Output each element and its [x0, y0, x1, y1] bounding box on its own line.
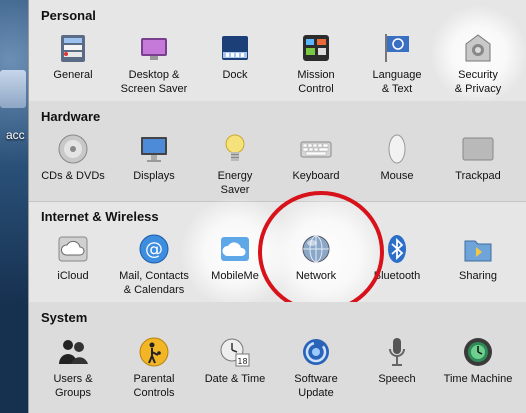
- mouse-icon: [381, 133, 413, 165]
- pref-sharing[interactable]: Sharing: [436, 233, 520, 283]
- section-personal: Personal General Desktop & Screen Saver …: [29, 0, 526, 102]
- pref-label: Users & Groups: [53, 373, 93, 399]
- pref-mail-contacts-calendars[interactable]: @ Mail, Contacts & Calendars: [112, 233, 196, 297]
- pref-dock[interactable]: Dock: [193, 32, 277, 82]
- pref-label: Language & Text: [372, 69, 422, 95]
- pref-label: Desktop & Screen Saver: [120, 69, 188, 95]
- pref-users-groups[interactable]: Users & Groups: [31, 336, 115, 400]
- pref-label: Displays: [133, 170, 175, 182]
- language-text-icon: [381, 32, 413, 64]
- cd-dvd-icon: [57, 133, 89, 165]
- pref-software-update[interactable]: Software Update: [274, 336, 358, 400]
- pref-label: Mail, Contacts & Calendars: [119, 270, 189, 296]
- pref-label: CDs & DVDs: [41, 170, 105, 182]
- pref-desktop-screen-saver[interactable]: Desktop & Screen Saver: [112, 32, 196, 96]
- pref-label: iCloud: [57, 270, 89, 282]
- date-time-icon-day: 18: [237, 357, 247, 366]
- bluetooth-icon: [381, 233, 413, 265]
- trackpad-icon: [462, 133, 494, 165]
- pref-speech[interactable]: Speech: [355, 336, 439, 386]
- pref-label: Sharing: [459, 270, 497, 282]
- network-icon: [300, 233, 332, 265]
- pref-label: Speech: [378, 373, 416, 385]
- pref-label: MobileMe: [211, 270, 259, 282]
- pref-security-privacy[interactable]: Security & Privacy: [436, 32, 520, 96]
- pref-label: Mission Control: [297, 69, 335, 95]
- mobileme-icon: [219, 233, 251, 265]
- pref-label: Network: [295, 270, 337, 282]
- pref-label: General: [53, 69, 93, 81]
- pref-label: Time Machine: [443, 373, 513, 385]
- svg-text:@: @: [145, 239, 163, 260]
- section-hardware: Hardware CDs & DVDs Displays Energy Save…: [29, 101, 526, 202]
- pref-label: Parental Controls: [133, 373, 175, 399]
- pref-label: Keyboard: [292, 170, 340, 182]
- desktop-screensaver-icon: [138, 32, 170, 64]
- pref-language-text[interactable]: Language & Text: [355, 32, 439, 96]
- pref-label: Bluetooth: [373, 270, 421, 282]
- pref-bluetooth[interactable]: Bluetooth: [355, 233, 439, 283]
- parental-controls-icon: [138, 336, 170, 368]
- mail-contacts-icon: @: [138, 233, 170, 265]
- pref-trackpad[interactable]: Trackpad: [436, 133, 520, 183]
- dock-icon: [219, 32, 251, 64]
- desktop-item-label[interactable]: acc: [6, 128, 25, 142]
- desktop-folder-icon[interactable]: [0, 70, 26, 108]
- pref-date-time[interactable]: 18 Date & Time: [193, 336, 277, 386]
- pref-label: Date & Time: [204, 373, 266, 385]
- pref-network[interactable]: Network: [274, 233, 358, 283]
- pref-label: Energy Saver: [217, 170, 253, 196]
- pref-cds-dvds[interactable]: CDs & DVDs: [31, 133, 115, 183]
- system-preferences-pane: Personal General Desktop & Screen Saver …: [28, 0, 526, 413]
- section-title: Personal: [41, 8, 96, 23]
- pref-displays[interactable]: Displays: [112, 133, 196, 183]
- pref-time-machine[interactable]: Time Machine: [436, 336, 520, 386]
- pref-parental-controls[interactable]: Parental Controls: [112, 336, 196, 400]
- sharing-icon: [462, 233, 494, 265]
- pref-mobileme[interactable]: MobileMe: [193, 233, 277, 283]
- date-time-icon: 18: [219, 336, 251, 368]
- icloud-icon: [57, 233, 89, 265]
- section-title: Internet & Wireless: [41, 209, 159, 224]
- section-title: Hardware: [41, 109, 101, 124]
- pref-icloud[interactable]: iCloud: [31, 233, 115, 283]
- energy-saver-icon: [219, 133, 251, 165]
- section-system: System Users & Groups Parental Controls …: [29, 302, 526, 413]
- security-privacy-icon: [462, 32, 494, 64]
- software-update-icon: [300, 336, 332, 368]
- displays-icon: [138, 133, 170, 165]
- keyboard-icon: [300, 133, 332, 165]
- desktop-background: acc: [0, 0, 30, 413]
- pref-mouse[interactable]: Mouse: [355, 133, 439, 183]
- pref-label: Dock: [222, 69, 248, 81]
- pref-label: Trackpad: [455, 170, 501, 182]
- pref-mission-control[interactable]: Mission Control: [274, 32, 358, 96]
- pref-energy-saver[interactable]: Energy Saver: [193, 133, 277, 197]
- pref-label: Software Update: [294, 373, 338, 399]
- time-machine-icon: [462, 336, 494, 368]
- speech-icon: [381, 336, 413, 368]
- section-title: System: [41, 310, 88, 325]
- pref-general[interactable]: General: [31, 32, 115, 82]
- users-groups-icon: [57, 336, 89, 368]
- pref-label: Security & Privacy: [454, 69, 502, 95]
- mission-control-icon: [300, 32, 332, 64]
- section-internet-wireless: Internet & Wireless iCloud @ Mail, Conta…: [29, 191, 526, 317]
- pref-keyboard[interactable]: Keyboard: [274, 133, 358, 183]
- pref-label: Mouse: [380, 170, 414, 182]
- general-icon: [57, 32, 89, 64]
